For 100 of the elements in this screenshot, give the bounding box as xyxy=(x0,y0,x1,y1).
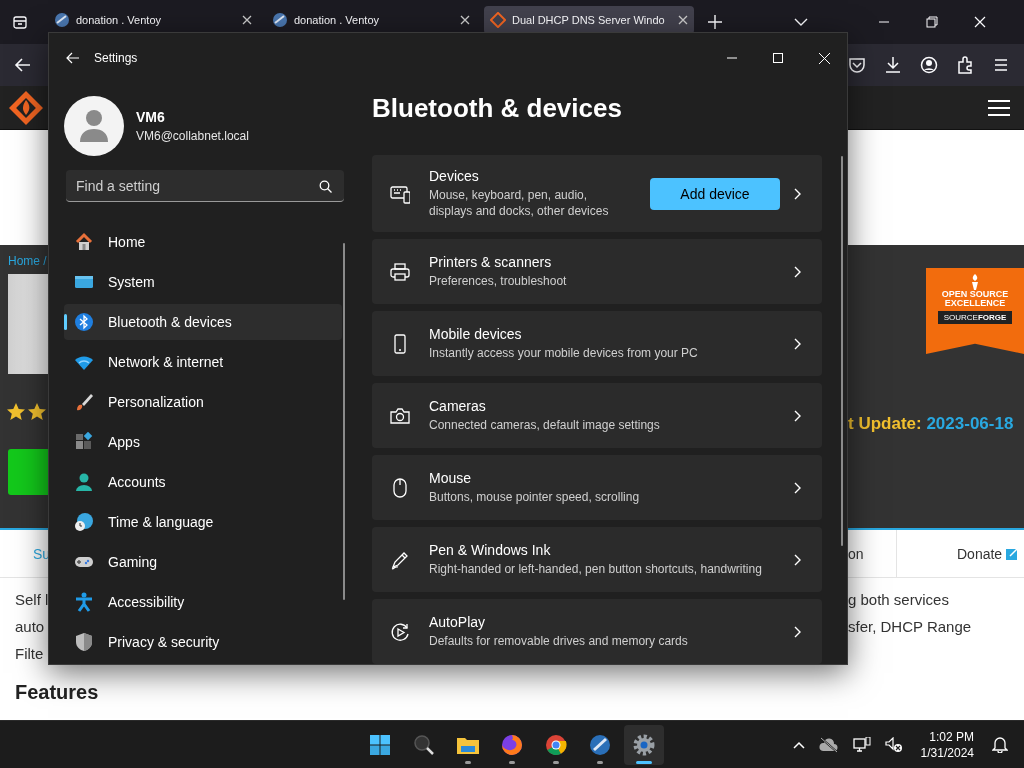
card-title: Cameras xyxy=(429,398,487,414)
back-icon[interactable] xyxy=(66,52,80,64)
chevron-right-icon xyxy=(794,553,802,566)
taskbar-app[interactable] xyxy=(624,724,664,765)
brush-icon xyxy=(74,392,94,412)
nav-item[interactable]: Apps xyxy=(64,424,342,460)
nav-item[interactable]: Privacy & security xyxy=(64,624,342,660)
clock[interactable]: 1:02 PM 1/31/2024 xyxy=(920,729,974,760)
chevron-right-icon xyxy=(794,265,802,278)
chevron-right-icon xyxy=(794,187,802,200)
close-icon[interactable] xyxy=(460,15,470,25)
person-icon xyxy=(74,472,94,492)
globe-clock-icon xyxy=(74,512,94,532)
stars-drawing xyxy=(6,402,47,422)
chevron-right-icon xyxy=(794,625,802,638)
external-link-icon[interactable] xyxy=(1006,547,1020,560)
bell-icon[interactable] xyxy=(992,736,1008,753)
chevron-up-icon[interactable] xyxy=(792,740,805,749)
close-icon[interactable] xyxy=(678,15,688,25)
nav-item[interactable]: System xyxy=(64,264,342,300)
maximize-icon[interactable] xyxy=(773,53,783,63)
nav-item[interactable]: Accounts xyxy=(64,464,342,500)
torch-icon xyxy=(969,274,981,290)
settings-card[interactable]: Mouse Buttons, mouse pointer speed, scrolling xyxy=(372,455,822,520)
shield-icon xyxy=(74,632,94,652)
card-description: Buttons, mouse pointer speed, scrolling xyxy=(429,489,641,505)
menu-icon[interactable] xyxy=(988,98,1010,117)
description-text: auto xyxy=(15,618,46,636)
apps-icon xyxy=(74,432,94,452)
card-title: Devices xyxy=(429,168,480,184)
nav-item[interactable]: Home xyxy=(64,224,342,260)
accessibility-icon xyxy=(74,592,94,612)
nav-item[interactable]: Network & internet xyxy=(64,344,342,380)
description-text: Filte xyxy=(15,645,45,663)
site-logo-icon xyxy=(490,12,506,28)
chrome-icon xyxy=(544,732,568,757)
browser-tab[interactable]: donation . Ventoy xyxy=(266,6,476,34)
search-field[interactable]: Find a setting xyxy=(66,170,344,202)
breadcrumb-link[interactable]: Home / xyxy=(0,254,48,268)
account-icon[interactable] xyxy=(920,56,938,74)
globe-icon xyxy=(588,732,612,757)
play-circle-icon xyxy=(390,621,410,642)
chevron-down-icon[interactable] xyxy=(794,17,808,27)
cloud-off-icon[interactable] xyxy=(818,736,839,753)
home-icon xyxy=(74,232,94,252)
settings-card[interactable]: Pen & Windows Ink Right-handed or left-handed, pen button shortcuts, handwriting xyxy=(372,527,822,592)
download-icon[interactable] xyxy=(884,56,902,74)
description-text: g both services xyxy=(848,591,950,609)
settings-card[interactable]: AutoPlay Defaults for removable drives and memory cards xyxy=(372,599,822,664)
mouse-icon xyxy=(390,477,410,498)
bluetooth-icon xyxy=(74,312,94,332)
menu-icon[interactable] xyxy=(992,56,1010,74)
nav-item[interactable]: Accessibility xyxy=(64,584,342,620)
description-text: sfer, DHCP Range xyxy=(848,618,973,636)
search-icon[interactable] xyxy=(319,180,332,193)
restore-icon[interactable] xyxy=(926,16,938,28)
printer-icon xyxy=(390,261,410,282)
person-silhouette-icon xyxy=(79,108,109,144)
pocket-icon[interactable] xyxy=(848,56,866,74)
settings-card[interactable]: Devices Mouse, keyboard, pen, audio, displays and docks, other devices Add device xyxy=(372,155,822,232)
settings-card[interactable]: Mobile devices Instantly access your mobile devices from your PC xyxy=(372,311,822,376)
description-text: Self l xyxy=(15,591,48,609)
gear-icon xyxy=(632,732,656,757)
card-description: Defaults for removable drives and memory cards xyxy=(429,633,689,649)
new-tab-icon[interactable] xyxy=(708,15,722,29)
user-name: VM6 xyxy=(136,109,166,125)
card-description: Right-handed or left-handed, pen button shortcuts, handwriting xyxy=(429,561,763,577)
volume-muted-icon[interactable] xyxy=(884,736,903,753)
card-description: Instantly access your mobile devices from your PC xyxy=(429,345,699,361)
card-description: Preferences, troubleshoot xyxy=(429,273,568,289)
page-tab[interactable]: on xyxy=(848,545,864,562)
nav-item[interactable]: Personalization xyxy=(64,384,342,420)
card-description: Mouse, keyboard, pen, audio, displays and docks, other devices xyxy=(429,187,610,219)
donate-tab[interactable]: Donate xyxy=(957,545,1003,562)
last-update-text: t Update: 2023-06-18 xyxy=(848,414,1015,434)
camera-icon xyxy=(390,405,410,426)
card-title: Printers & scanners xyxy=(429,254,553,270)
user-email: VM6@collabnet.local xyxy=(136,129,249,143)
chevron-right-icon xyxy=(794,337,802,350)
extensions-icon[interactable] xyxy=(956,56,974,74)
firefox-icon xyxy=(500,732,524,757)
add-device-button[interactable]: Add device xyxy=(650,177,780,210)
chevron-right-icon xyxy=(794,409,802,422)
network-icon[interactable] xyxy=(852,736,871,753)
browser-tab[interactable]: Dual DHCP DNS Server Windo xyxy=(484,6,694,34)
browser-tab[interactable]: donation . Ventoy xyxy=(48,6,258,34)
nav-item[interactable]: Bluetooth & devices xyxy=(64,304,342,340)
card-title: Pen & Windows Ink xyxy=(429,542,552,558)
start-icon xyxy=(368,732,392,757)
tab-list-icon[interactable] xyxy=(12,14,28,30)
nav-item[interactable]: Gaming xyxy=(64,544,342,580)
badge-title: OPEN SOURCE EXCELLENCE xyxy=(940,290,1010,308)
settings-card[interactable]: Cameras Connected cameras, default image settings xyxy=(372,383,822,448)
globe-icon xyxy=(272,12,288,28)
card-description: Connected cameras, default image settings xyxy=(429,417,661,433)
nav-item[interactable]: Time & language xyxy=(64,504,342,540)
close-icon[interactable] xyxy=(242,15,252,25)
window-title: Settings xyxy=(94,51,138,65)
back-icon[interactable] xyxy=(14,56,32,74)
settings-card[interactable]: Printers & scanners Preferences, troubleshoot xyxy=(372,239,822,304)
